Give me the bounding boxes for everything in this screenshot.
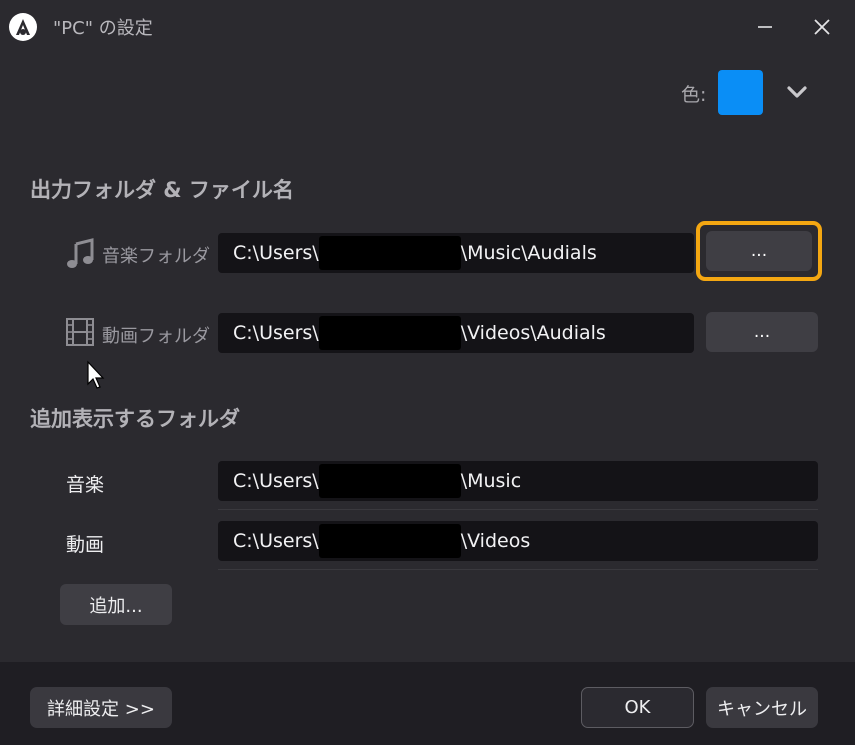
minimize-button[interactable] — [750, 12, 780, 42]
film-icon — [66, 318, 94, 346]
video-folder-path-field[interactable]: C:\Users\ \Videos\Audials — [218, 313, 694, 353]
audials-logo-icon — [9, 13, 37, 41]
path-prefix: C:\Users\ — [233, 242, 319, 264]
footer-bar: 詳細設定 >> OK キャンセル — [0, 662, 855, 745]
extra-section-title: 追加表示するフォルダ — [30, 407, 240, 431]
path-prefix: C:\Users\ — [233, 470, 319, 492]
mouse-cursor-icon — [87, 360, 105, 389]
path-prefix: C:\Users\ — [233, 530, 319, 552]
ok-button[interactable]: OK — [581, 687, 694, 728]
extra-music-path-field[interactable]: C:\Users\ \Music — [218, 461, 818, 501]
music-note-icon — [67, 238, 94, 268]
redacted-username — [318, 316, 461, 350]
redacted-username — [318, 524, 461, 558]
chevron-down-icon — [787, 86, 807, 98]
minimize-icon — [758, 26, 772, 28]
path-suffix: \Videos — [460, 530, 531, 552]
video-folder-label: 動画フォルダ — [102, 326, 210, 347]
path-prefix: C:\Users\ — [233, 322, 319, 344]
close-icon — [814, 19, 830, 35]
color-swatch[interactable] — [718, 70, 763, 115]
output-section-title: 出力フォルダ & ファイル名 — [30, 178, 294, 202]
divider — [218, 509, 818, 510]
divider — [218, 569, 818, 570]
advanced-settings-button[interactable]: 詳細設定 >> — [30, 687, 172, 728]
extra-video-path-field[interactable]: C:\Users\ \Videos — [218, 521, 818, 561]
extra-video-label: 動画 — [66, 534, 105, 556]
path-suffix: \Music — [460, 470, 522, 492]
video-folder-browse-button[interactable]: ... — [706, 312, 818, 352]
redacted-username — [318, 464, 461, 498]
focus-ring: ... — [696, 221, 822, 281]
redacted-username — [318, 236, 461, 270]
music-folder-label: 音楽フォルダ — [102, 246, 210, 267]
title-bar: "PC" の設定 — [0, 0, 855, 54]
add-folder-button[interactable]: 追加... — [60, 584, 172, 625]
path-suffix: \Music\Audials — [460, 242, 597, 264]
music-folder-path-field[interactable]: C:\Users\ \Music\Audials — [218, 233, 694, 273]
cancel-button[interactable]: キャンセル — [706, 687, 818, 728]
window-title: "PC" の設定 — [53, 18, 153, 39]
extra-music-label: 音楽 — [66, 474, 105, 496]
close-button[interactable] — [807, 12, 837, 42]
color-label: 色: — [681, 84, 707, 106]
music-folder-browse-button[interactable]: ... — [706, 231, 812, 271]
color-dropdown-button[interactable] — [783, 78, 811, 106]
path-suffix: \Videos\Audials — [460, 322, 606, 344]
